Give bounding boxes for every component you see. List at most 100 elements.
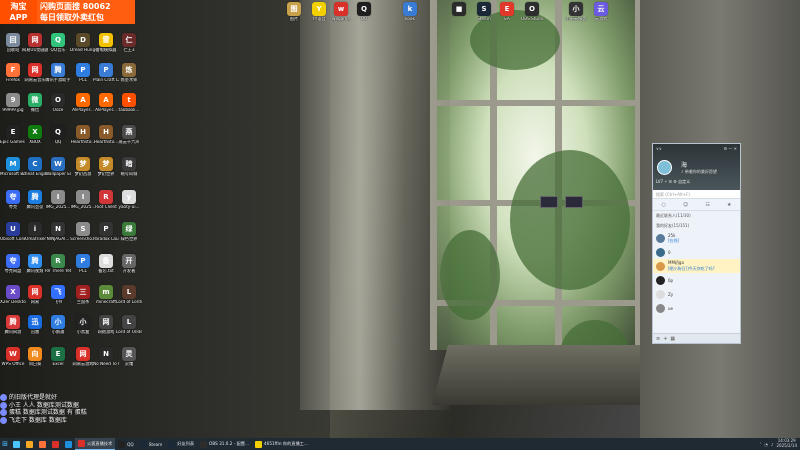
qq-group-friends[interactable]: 我的好友(15/151) [653, 221, 740, 231]
app-icon: A [99, 93, 113, 107]
qq-group-recent[interactable]: 最近联系人(11/30) [653, 211, 740, 221]
app-icon: 炼 [122, 63, 136, 77]
taskbar-button-label: 4651ffm 你的直播工... [263, 441, 308, 446]
app-icon: X [28, 125, 42, 139]
danmaku-text: 飞走下 数据库 数据库 [9, 416, 67, 424]
qq-contact-item[interactable]: 0 [653, 245, 740, 259]
app-icon: R [51, 254, 65, 268]
desktop-icon-label: 绿色世界 [120, 237, 138, 241]
qq-icon [118, 440, 126, 448]
app-icon: 暗 [122, 157, 136, 171]
desktop-icon[interactable]: I IMG_2025... [45, 190, 71, 216]
desktop-icon[interactable]: 灵灵魂 [116, 347, 142, 373]
qq-window-controls[interactable]: ⚙ — ✕ [724, 146, 737, 151]
taobao-ad-banner[interactable]: 淘宝 APP 闪购页面搜 80062 每日领取外卖红包 [0, 0, 135, 24]
desktop-icon[interactable]: Q QQ音乐 [45, 33, 71, 59]
danmaku-text: 的旧版代理是就好 [9, 394, 58, 401]
desktop-icon[interactable]: 云云游戏 [588, 2, 614, 28]
taskbar-button[interactable]: OBS 31.0.2 - 配置... [197, 438, 252, 450]
network-icon[interactable]: ◔ [764, 442, 768, 447]
desktop-icon[interactable]: 开开发者 [116, 254, 142, 280]
clock-date: 2025/2/14 [776, 443, 797, 448]
menu-icon[interactable]: ≡ [656, 336, 660, 342]
desktop-icon[interactable]: Q QQ [45, 125, 71, 151]
taskbar-button-label: 好友列表 [177, 441, 195, 446]
floating-thumbnail[interactable] [540, 196, 558, 208]
taskbar-button[interactable]: Steam [137, 438, 166, 450]
desktop-icon-label: Ooze [52, 108, 64, 112]
add-icon[interactable]: + [663, 336, 667, 342]
desktop-icon[interactable]: 绿绿色世界 [116, 222, 142, 248]
desktop-icon[interactable]: E Excel [45, 347, 71, 373]
desktop-icon[interactable]: k kook [397, 2, 423, 28]
tab-groups-icon[interactable]: ☷ [705, 202, 709, 208]
qq-search-input[interactable]: 搜索 (Ctrl+Alt+F) [653, 190, 740, 199]
desktop-icon[interactable]: ■ [446, 2, 472, 28]
qq-contact-name: ue [668, 305, 673, 311]
qq-contact-item[interactable]: Zy [653, 287, 740, 301]
qq-contact-name: 0 [668, 249, 671, 255]
desktop-icon[interactable]: 小小米云服务 [563, 2, 589, 28]
app-icon: 绿 [122, 222, 136, 236]
desktop-icon[interactable]: O OBS Studio [519, 2, 545, 28]
clock[interactable]: 14:03:29 2025/2/14 [776, 439, 797, 448]
app-icon: 网 [99, 315, 113, 329]
qq-contact-status: [在线] [668, 237, 680, 243]
desktop-icon[interactable]: 炼炼金术师 [116, 63, 142, 89]
app-icon: E [51, 347, 65, 361]
qq-contact-item[interactable]: ue [653, 301, 740, 315]
qq-contact-item[interactable]: 0p [653, 273, 740, 287]
desktop-icon-label: Lord of Undead [116, 330, 142, 334]
tab-space-icon[interactable]: ★ [727, 202, 731, 208]
desktop-icon[interactable]: 图图片 [281, 2, 307, 28]
desktop-icon[interactable]: E EA [494, 2, 520, 28]
apps-icon[interactable]: ▦ [670, 336, 675, 342]
taskbar-button[interactable]: 火狐直播技术 [75, 438, 116, 450]
taskbar-button[interactable] [62, 438, 75, 450]
desktop-icon[interactable]: 腾腾讯手游助手 [45, 63, 71, 89]
tab-messages-icon[interactable]: ○ [662, 202, 666, 208]
qq-main-panel[interactable]: ∨∨ ⚙ — ✕ 海 ♪ 带着你的美好愿望 LV7 ⚡ ☰ ⚙ 自定义 搜索 (… [652, 143, 741, 344]
avatar[interactable] [657, 160, 672, 175]
desktop-icon[interactable]: N NINJAGAI... [45, 222, 71, 248]
qq-header: ∨∨ ⚙ — ✕ 海 ♪ 带着你的美好愿望 LV7 ⚡ ☰ ⚙ 自定义 [653, 144, 740, 190]
danmaku-line: 蛋糕 数据库测试数据 有 蛋糕 [0, 409, 87, 417]
qq-contact-item[interactable]: MM初ga [晒小狗日]]今天你吃了吗? [653, 259, 740, 273]
taskbar-button[interactable] [49, 438, 62, 450]
start-button[interactable]: ⊞ [0, 438, 10, 450]
qq-contact-name: 0p [668, 277, 674, 283]
desktop-icon[interactable]: L Lord of Lords [116, 285, 142, 311]
chevron-up-icon[interactable]: ˄ [759, 442, 761, 447]
desktop-icon[interactable]: 仁仁王3 [116, 33, 142, 59]
qq-contact-info: 25k [在线] [668, 233, 679, 244]
desktop-icon[interactable]: 燕燕云十六声 [116, 125, 142, 151]
volume-icon[interactable]: ♪ [771, 442, 774, 447]
desktop-icon[interactable]: WWallpaper Engine [45, 157, 71, 183]
floating-thumbnail[interactable] [565, 196, 583, 208]
desktop-icon[interactable]: R RV There Yet [45, 254, 71, 280]
desktop-icon[interactable]: O Ooze [45, 93, 71, 119]
tab-contacts-icon[interactable]: ☺ [683, 202, 688, 208]
taskbar-button[interactable] [23, 438, 36, 450]
desktop-icon[interactable]: Q QQ [351, 2, 377, 28]
taskbar-button[interactable]: QQ [115, 438, 137, 450]
desktop-icon[interactable]: y yaoty-ui... [116, 190, 142, 216]
desktop-icon-label: 腾讯手游助手 [45, 78, 71, 82]
desktop-icon[interactable]: 小小鹅通 [45, 315, 71, 341]
desktop-icon[interactable]: 飞飞书 [45, 285, 71, 311]
folder-icon [26, 440, 33, 448]
taskbar-button[interactable] [36, 438, 49, 450]
desktop-icon[interactable]: 暗暗号同城 [116, 157, 142, 183]
qq-contact-item[interactable]: 25k [在线] [653, 231, 740, 245]
desktop-icon[interactable]: LLord of Undead [116, 315, 142, 341]
taskbar-button[interactable]: 4651ffm 你的直播工... [252, 438, 311, 450]
taskbar-button[interactable]: 好友列表 [165, 438, 197, 450]
ad-text: 闪购页面搜 80062 每日领取外卖红包 [37, 0, 135, 24]
desktop-icon-label: taobaoli... [118, 108, 140, 112]
app-icon: Q [51, 125, 65, 139]
avatar [656, 261, 665, 271]
taskbar-button[interactable] [10, 438, 23, 450]
qq-signature[interactable]: ♪ 带着你的美好愿望 [681, 169, 717, 175]
danmaku-text: 小王 人人 数据库测试数据 [9, 401, 79, 409]
desktop-icon[interactable]: t taobaoli... [116, 93, 142, 119]
